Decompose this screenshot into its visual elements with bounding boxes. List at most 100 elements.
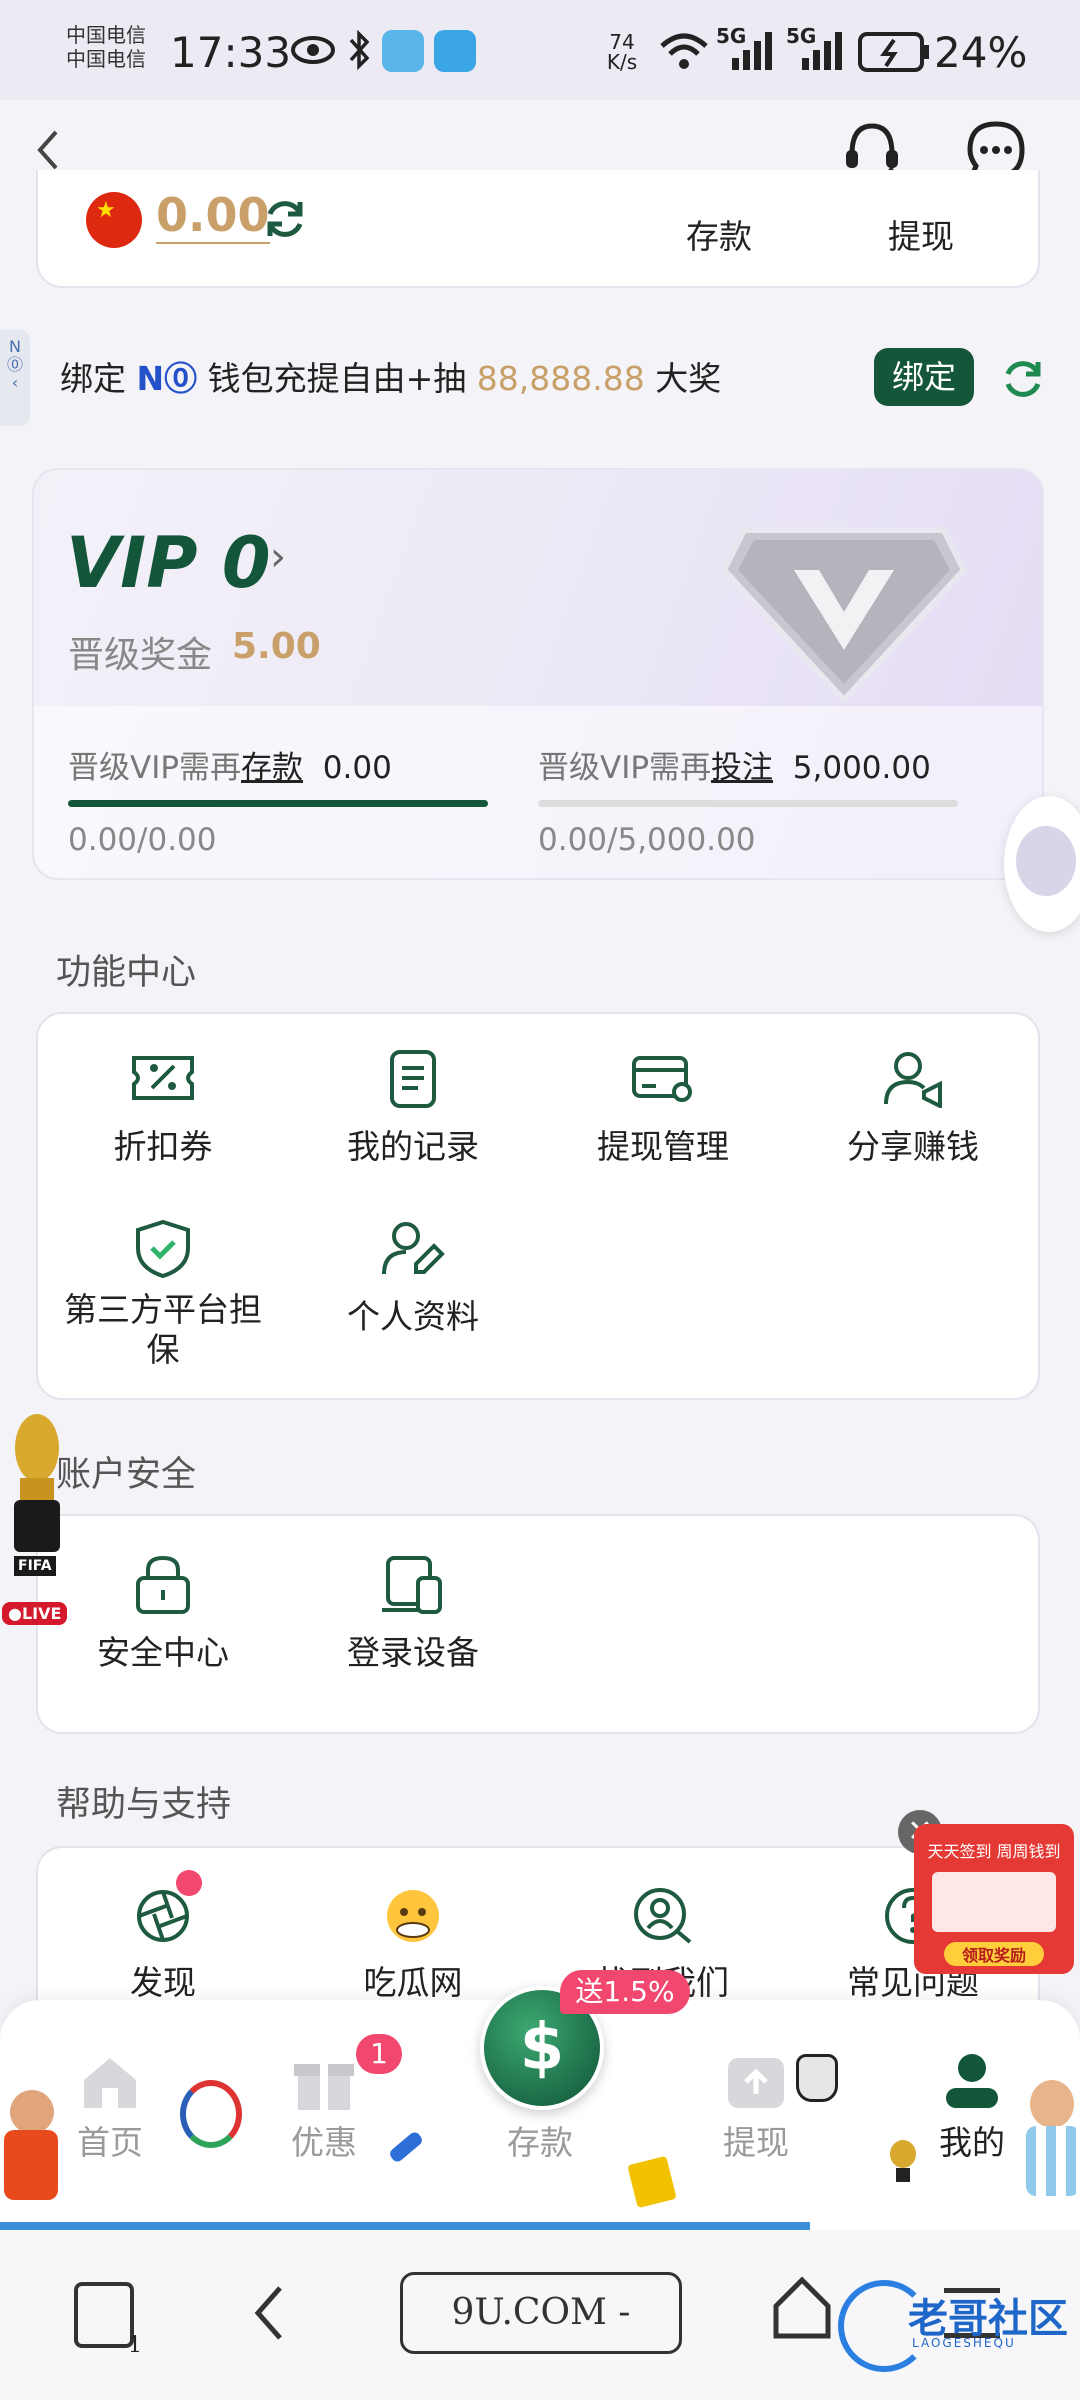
tab-home[interactable]: 首页 [50,2050,170,2190]
wifi-icon [660,33,708,69]
tab-promo-label: 优惠 [291,2123,357,2162]
share-earn-item[interactable]: 分享赚钱 [788,1048,1038,1188]
deposit-progress-fill [68,800,488,807]
promo-badge: 1 [356,2034,402,2074]
withdraw-link[interactable]: 提现 [888,210,954,258]
help-title: 帮助与支持 [56,1785,232,1825]
browser-home-icon[interactable] [770,2274,834,2342]
bind-promo-text: 绑定 N⓪ 钱包充提自由+抽 88,888.88 大奖 [60,359,722,398]
home-icon [84,2058,136,2108]
functions-card: 折扣券 我的记录 提现管理 分享赚钱 第三方平台担保 个人资料 [36,1012,1040,1400]
share-icon [884,1052,942,1108]
flag-icon: ★ [86,192,142,248]
record-icon [390,1050,436,1108]
carrier-1: 中国电信 [66,23,146,47]
user-icon [946,2054,998,2108]
profile-label: 个人资料 [347,1297,479,1336]
player-mascot-right [1024,2080,1080,2230]
gift-icon [294,2064,354,2110]
upload-icon [728,2058,784,2108]
security-title: 账户安全 [56,1455,197,1495]
record-label: 我的记录 [347,1127,479,1166]
tab-promo[interactable]: 1 优惠 [264,2034,402,2190]
signin-title: 天天签到 周周钱到 [927,1842,1061,1861]
coupon-icon [132,1056,194,1100]
vip-card[interactable]: VIP 0 › 晋级奖金 5.00 晋级VIP需再存款 0.00 0.00/0.… [32,468,1044,880]
withdraw-manage-label: 提现管理 [597,1127,729,1166]
bluetooth-icon [349,29,370,71]
net-speed: 74 K/s [606,30,638,74]
goalkeeper-glove-icon [790,2050,840,2102]
deposit-bonus-badge: 送1.5% [560,1970,690,2014]
guarantee-item[interactable]: 第三方平台担保 [38,1218,288,1378]
deposit-progress-text: 0.00/0.00 [68,822,217,858]
refresh-icon[interactable] [1000,356,1046,402]
functions-title: 功能中心 [56,953,197,993]
battery-icon [858,32,929,72]
signin-reward-widget[interactable]: ✕ 天天签到 周周钱到 领取奖励 [898,1810,1076,1976]
fifa-live-widget[interactable]: FIFA ●LIVE [0,1412,72,1632]
side-drawer-handle[interactable]: N ⓪ ‹ [0,330,30,426]
share-earn-label: 分享赚钱 [847,1127,979,1166]
vip-level: VIP 0 [66,522,271,604]
nb-brand-logo: N⓪ [136,359,198,398]
vip-badge-icon [720,527,968,705]
bet-progress-text: 0.00/5,000.00 [538,822,756,858]
claim-reward-button[interactable]: 领取奖励 [944,1942,1044,1966]
browser-nav-bar: 1 9U.COM - 老哥社区 LAOGESHEQU [0,2230,1080,2400]
progress-strip [0,2222,810,2230]
wallet-balance: 0.00 [156,188,270,244]
yellow-card-icon [627,2155,677,2209]
battery-percent: 24% [934,28,1028,77]
bottom-tab-bar: 首页 1 优惠 $ 送1.5% 存款 提现 我的 [0,1970,1080,2230]
coupon-label: 折扣券 [113,1127,213,1166]
signal-icon-1 [732,32,772,70]
wallet-card: ★ 0.00 存款 提现 [36,170,1040,288]
security-center-item[interactable]: 安全中心 [38,1554,288,1694]
card-icon [632,1056,692,1102]
book-app-icon [382,30,424,72]
tab-home-label: 首页 [77,2123,143,2162]
tournament-logo-icon [180,2080,242,2148]
jackpot-amount: 88,888.88 [476,359,645,398]
tab-deposit[interactable]: $ 送1.5% 存款 [470,1970,690,2186]
tab-mine-label: 我的 [939,2123,1005,2162]
vip-bonus-value: 5.00 [232,626,321,667]
chevron-right-icon[interactable]: › [270,534,286,580]
url-bar[interactable]: 9U.COM - [400,2272,682,2354]
withdraw-manage-item[interactable]: 提现管理 [538,1048,788,1188]
shield-check-icon [136,1219,190,1278]
vip-bonus-label: 晋级奖金 [68,635,213,676]
emoji-icon [387,1890,439,1942]
notification-dot [176,1870,202,1896]
deposit-progress-bar [68,800,488,807]
trophy-icon [14,1414,60,1552]
carrier-2: 中国电信 [66,47,146,71]
record-item[interactable]: 我的记录 [288,1048,538,1188]
tabs-icon[interactable]: 1 [74,2282,142,2358]
tab-mine[interactable]: 我的 [912,2050,1032,2190]
eye-icon [291,36,335,64]
fifa-label: FIFA [14,1556,56,1576]
security-card: 安全中心 登录设备 [36,1514,1040,1734]
login-devices-item[interactable]: 登录设备 [288,1554,538,1694]
bird-app-icon [434,30,476,72]
coupon-item[interactable]: 折扣券 [38,1048,288,1188]
search-user-icon [634,1888,692,1944]
profile-edit-icon [382,1222,445,1275]
vuvuzela-icon [374,2130,434,2190]
profile-item[interactable]: 个人资料 [288,1218,538,1358]
bind-button[interactable]: 绑定 [874,348,974,406]
refresh-icon[interactable] [262,196,308,242]
signal-icon-2 [802,32,842,70]
floating-avatar-button[interactable] [1004,796,1080,932]
signin-calendar [932,1872,1056,1932]
live-badge: ●LIVE [2,1602,68,1625]
signin-card: 天天签到 周周钱到 领取奖励 [914,1824,1074,1974]
deposit-need-text: 晋级VIP需再存款 0.00 [68,750,392,786]
lock-icon [136,1555,190,1614]
guarantee-label: 第三方平台担保 [64,1290,262,1369]
browser-back-icon[interactable] [250,2282,290,2344]
discover-label: 发现 [130,1963,196,2002]
deposit-link[interactable]: 存款 [686,210,752,258]
